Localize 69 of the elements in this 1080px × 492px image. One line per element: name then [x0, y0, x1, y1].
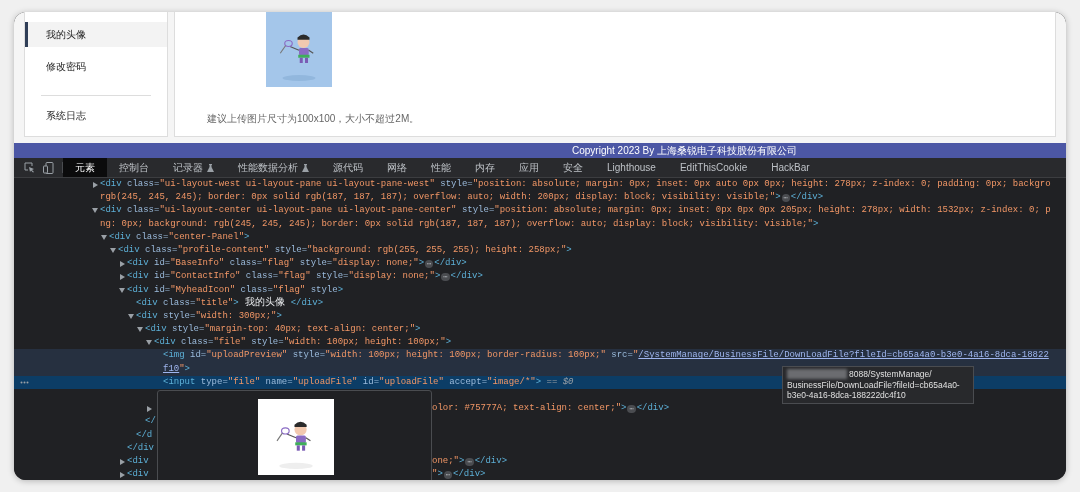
url-link[interactable]: /SystemManage/BusinessFile/DownLoadFile?fileId=cb65a4a0-b3e0-4a16-8dca-18822	[638, 350, 1049, 361]
devtools-tab[interactable]: 元素	[63, 158, 107, 177]
code-text: ">	[432, 468, 443, 480]
code-text: <img id="uploadPreview" style="width: 100px; height: 100px; border-radius: 100px;" src="/SystemManage/BusinessFile/DownLoadFile?fileId=cb65a4a0-b3e0-4a16-8dca-18822	[163, 349, 1049, 363]
devtools-tab[interactable]: 网络	[375, 158, 419, 177]
devtools-tab[interactable]: Lighthouse	[595, 158, 668, 177]
caret-down-icon[interactable]	[137, 327, 143, 333]
caret-down-icon[interactable]	[110, 247, 116, 253]
devtools-tab[interactable]: 源代码	[321, 158, 375, 177]
code-text: <div class="file" style="width: 100px; height: 100px;">	[154, 336, 452, 350]
caret-down-icon[interactable]	[119, 287, 125, 293]
sidebar-item[interactable]: 系统日志	[25, 103, 167, 129]
copyright-text: Copyright 2023 By 上海桑锐电子科技股份有限公司	[572, 144, 798, 158]
inspect-icon[interactable]	[24, 162, 35, 173]
code-text: ng: 0px; background: rgb(245, 245, 245); border: 0px solid rgb(187, 187, 187); overflow: auto; display: block; visibility: visible;">	[100, 217, 819, 231]
code-text: <div class="center-Panel">	[109, 230, 250, 244]
upload-hint: 建议上传图片尺寸为100x100，大小不超过2M。	[207, 112, 421, 126]
code-text: <div id="BaseInfo" class="flag" style="display: none;">	[127, 257, 425, 271]
tooltip-text: BusinessFile/DownLoadFile?fileId=cb65a4a0-	[787, 379, 960, 390]
code-text: <div id="MyheadIcon" class="flag" style>	[127, 283, 344, 296]
devtools-tab[interactable]: 安全	[551, 158, 595, 177]
code-text: </div>	[450, 270, 483, 284]
tooltip-text: b3e0-4a16-8dca-188222dc4f10	[787, 390, 906, 401]
code-text: <div class="ui-layout-west ui-layout-pane ui-layout-pane-west" style="position: absolute; margin: 0px; inset: 0px auto 0px 0px; height: 278px; z-index: 0; padding: 0px; backgro	[100, 178, 1051, 191]
code-text: rgb(245, 245, 245); border: 0px solid rgb(187, 187, 187); overflow: auto; width: 200px; display: block; visibility: visible;">	[100, 191, 781, 205]
code-text: <div class="ui-layout-center ui-layout-pane ui-layout-pane-center" style="position: absolute; margin: 0px; inset: 0px 0px 0px 205px; height: 278px; width: 1532px; z-index: 0; p	[100, 204, 1051, 218]
code-text: f10">	[163, 362, 190, 376]
code-text: </	[145, 415, 156, 429]
devtools-tab[interactable]: HackBar	[759, 158, 822, 177]
code-text: <div style="width: 300px;">	[136, 309, 282, 323]
code-text: <div	[127, 454, 149, 468]
code-text: </div>	[434, 257, 467, 271]
code-text: </div	[127, 441, 154, 455]
code-text: one;">	[432, 454, 465, 468]
devtools-tab[interactable]: 应用	[507, 158, 551, 177]
caret-down-icon[interactable]	[128, 313, 134, 319]
code-text: <div	[127, 468, 149, 480]
devtools-tab[interactable]: 控制台	[107, 158, 161, 177]
caret-right-icon[interactable]	[147, 406, 152, 413]
caret-right-icon[interactable]	[93, 182, 98, 188]
code-text: <div id="ContactInfo" class="flag" style="display: none;">	[127, 270, 441, 284]
devtools-tab[interactable]: 性能	[419, 158, 463, 177]
code-text: <input type="file" name="uploadFile" id="uploadFile" accept="image/*"> == $0	[163, 375, 574, 389]
device-icon[interactable]	[43, 161, 54, 174]
caret-down-icon[interactable]	[101, 234, 107, 240]
code-text: <div class="title"> 我的头像 </div>	[136, 296, 324, 311]
sidebar-item[interactable]: 修改密码	[25, 54, 167, 80]
devtools-tab[interactable]: EditThisCookie	[667, 158, 760, 177]
devtools-tab[interactable]: 性能数据分析	[226, 158, 321, 177]
tooltip-text: 8088/SystemManage/	[849, 369, 932, 380]
code-text: </div>	[636, 402, 670, 416]
caret-right-icon[interactable]	[120, 261, 125, 268]
devtools-tab[interactable]: 记录器	[161, 158, 226, 177]
more-icon[interactable]	[20, 380, 29, 384]
url-link[interactable]: f10	[163, 363, 180, 374]
caret-right-icon[interactable]	[120, 472, 125, 479]
code-text: olor: #75777A; text-align: center;">	[432, 402, 627, 416]
devtools-tab[interactable]: 内存	[463, 158, 507, 177]
code-text: </d	[136, 428, 153, 442]
code-text: <div class="profile-content" style="background: rgb(255, 255, 255); height: 258px;">	[118, 243, 572, 257]
caret-down-icon[interactable]	[146, 340, 152, 346]
caret-right-icon[interactable]	[120, 274, 125, 281]
caret-down-icon[interactable]	[92, 208, 98, 214]
caret-right-icon[interactable]	[120, 458, 125, 465]
sidebar-item[interactable]: 我的头像	[25, 22, 167, 48]
code-text: <div style="margin-top: 40px; text-align: center;">	[145, 323, 421, 337]
code-text: </div>	[790, 191, 824, 205]
code-text: </div>	[474, 454, 508, 468]
code-text: </div>	[453, 468, 486, 480]
